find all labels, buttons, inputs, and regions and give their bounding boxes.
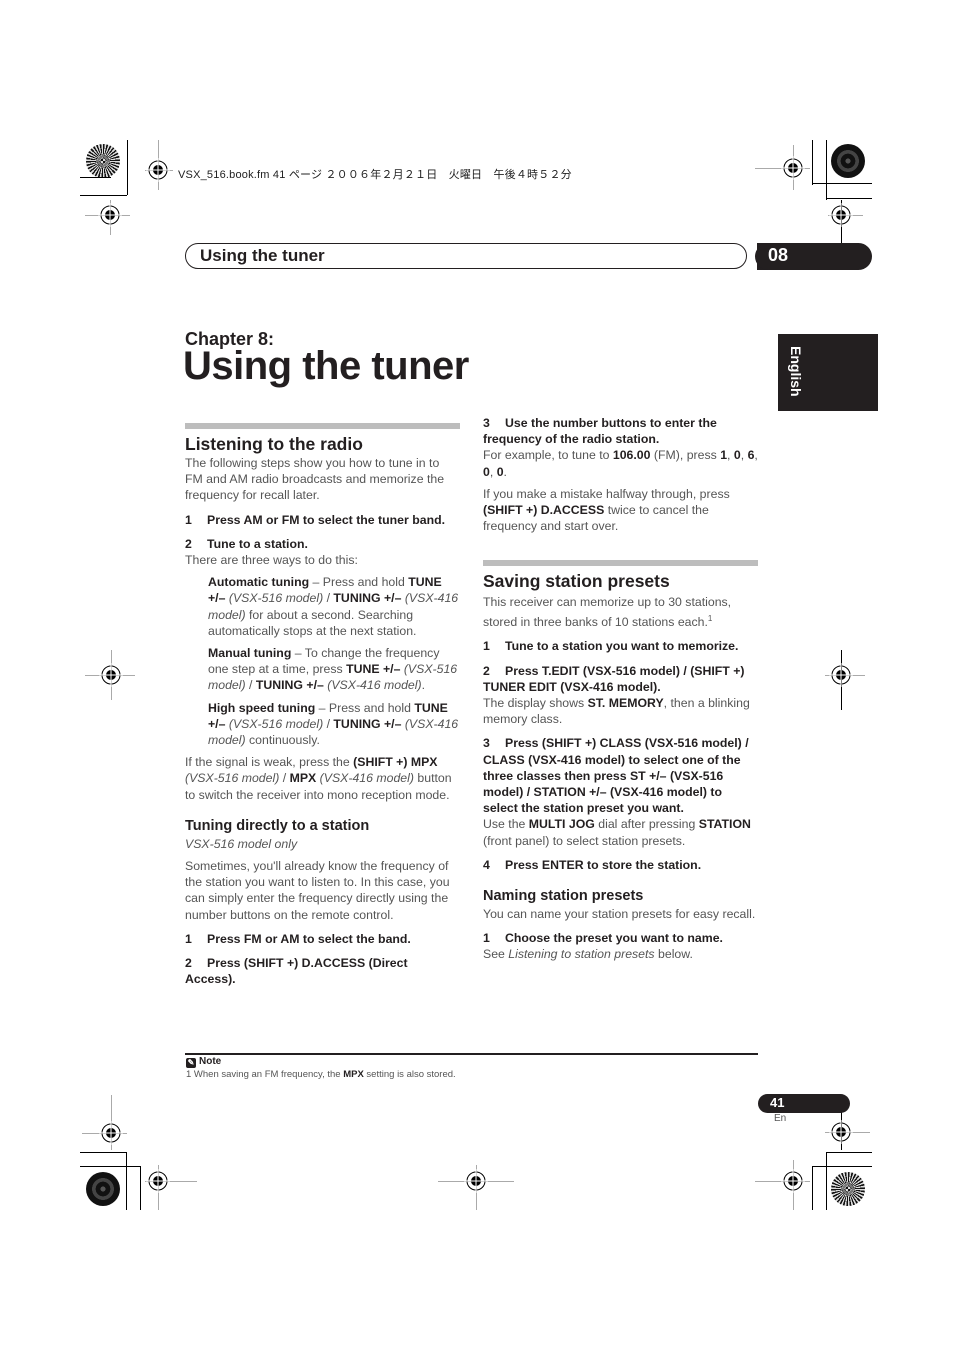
step-item: 3 Use the number buttons to enter the fre…: [483, 416, 717, 447]
paragraph-mistake: If you make a mistake halfway through, p…: [483, 486, 730, 534]
step-item: 2 Press T.EDIT (VSX-516 model) / (SHIFT +…: [483, 663, 745, 694]
crosshair-icon: [464, 1169, 488, 1193]
print-file-info: VSX_516.book.fm 41 ページ ２００６年２月２１日 火曜日 午後…: [178, 169, 572, 181]
tuning-method-manual: Manual tuning – To change the frequency …: [208, 646, 458, 693]
paragraph: The following steps show you how to tune…: [185, 456, 445, 503]
cross-reference-link[interactable]: Listening to station presets: [508, 947, 654, 961]
section-heading-listening: Listening to the radio: [185, 434, 363, 454]
section-heading-naming: Naming station presets: [483, 888, 644, 905]
paragraph: There are three ways to do this:: [185, 553, 358, 568]
subtitle: VSX-516 model only: [185, 836, 298, 851]
step-item: 1 Choose the preset you want to name.: [483, 931, 723, 946]
footnote-ref[interactable]: 1: [708, 614, 712, 623]
page-title: Using the tuner: [183, 344, 469, 388]
section-heading-direct-tuning: Tuning directly to a station: [185, 817, 370, 834]
paragraph: This receiver can memorize up to 30 stat…: [483, 595, 732, 630]
registration-disc-icon: [86, 144, 120, 178]
running-header-title: Using the tuner: [200, 246, 325, 265]
note-heading: ✎ Note: [186, 1056, 222, 1068]
crosshair-icon: [146, 1169, 170, 1193]
crop-mark: [127, 140, 128, 195]
paragraph: Use the MULTI JOG dial after pressing ST…: [483, 817, 751, 848]
section-divider: [185, 423, 460, 429]
footnote-text: 1 When saving an FM frequency, the MPX s…: [186, 1069, 456, 1080]
crosshair-icon: [99, 663, 123, 687]
page-language-code: En: [774, 1113, 787, 1124]
section-divider: [483, 560, 758, 567]
tuning-method-automatic: Automatic tuning – Press and hold TUNE +…: [208, 575, 459, 638]
crosshair-icon: [829, 1120, 853, 1144]
step-item: 4 Press ENTER to store the station.: [483, 857, 702, 872]
crosshair-icon: [99, 1121, 123, 1145]
left-column: Listening to the radio The following ste…: [185, 423, 460, 987]
right-column: 3 Use the number buttons to enter the fre…: [483, 415, 758, 963]
crosshair-icon: [781, 156, 805, 180]
pencil-note-icon: ✎: [186, 1058, 196, 1068]
footnote-rule: [185, 1053, 758, 1055]
step-item: 2 Tune to a station.: [185, 536, 308, 551]
step-item: 2 Press (SHIFT +) D.ACCESS (Direct Access…: [185, 956, 408, 987]
registration-disc-icon: [86, 1172, 120, 1206]
step-item: 1 Tune to a station you want to memorize.: [483, 639, 739, 654]
page-number-tab: 41: [758, 1094, 850, 1113]
crosshair-icon: [829, 203, 853, 227]
language-tab: English: [778, 334, 878, 411]
chapter-number-tab: 08: [755, 243, 872, 270]
paragraph-weak-signal: If the signal is weak, press the (SHIFT …: [185, 755, 452, 802]
language-tab-label: English: [788, 346, 804, 397]
running-header: Using the tuner: [185, 243, 747, 269]
page-number: 41: [770, 1095, 785, 1110]
crosshair-icon: [98, 203, 122, 227]
section-heading-saving: Saving station presets: [483, 571, 670, 592]
crop-mark: [80, 195, 127, 196]
registration-disc-icon: [831, 1172, 865, 1206]
paragraph: The display shows ST. MEMORY, then a bli…: [483, 696, 750, 727]
crosshair-icon: [781, 1169, 805, 1193]
step-item: 1 Press AM or FM to select the tuner band…: [185, 512, 446, 527]
step-item: 1 Press FM or AM to select the band.: [185, 931, 411, 946]
paragraph: Sometimes, you'll already know the frequ…: [185, 859, 450, 922]
chapter-number: 08: [768, 245, 789, 265]
tuning-method-high-speed: High speed tuning – Press and hold TUNE …: [208, 700, 459, 748]
paragraph: See Listening to station presets below.: [483, 947, 693, 962]
paragraph: You can name your station presets for ea…: [483, 907, 756, 922]
crop-mark: [80, 177, 111, 178]
registration-disc-icon: [831, 144, 865, 178]
crosshair-icon: [146, 158, 170, 182]
step-item: 3 Press (SHIFT +) CLASS (VSX-516 model) /…: [483, 736, 749, 816]
paragraph-example: For example, to tune to 106.00 (FM), pre…: [483, 448, 758, 479]
crosshair-icon: [829, 663, 853, 687]
